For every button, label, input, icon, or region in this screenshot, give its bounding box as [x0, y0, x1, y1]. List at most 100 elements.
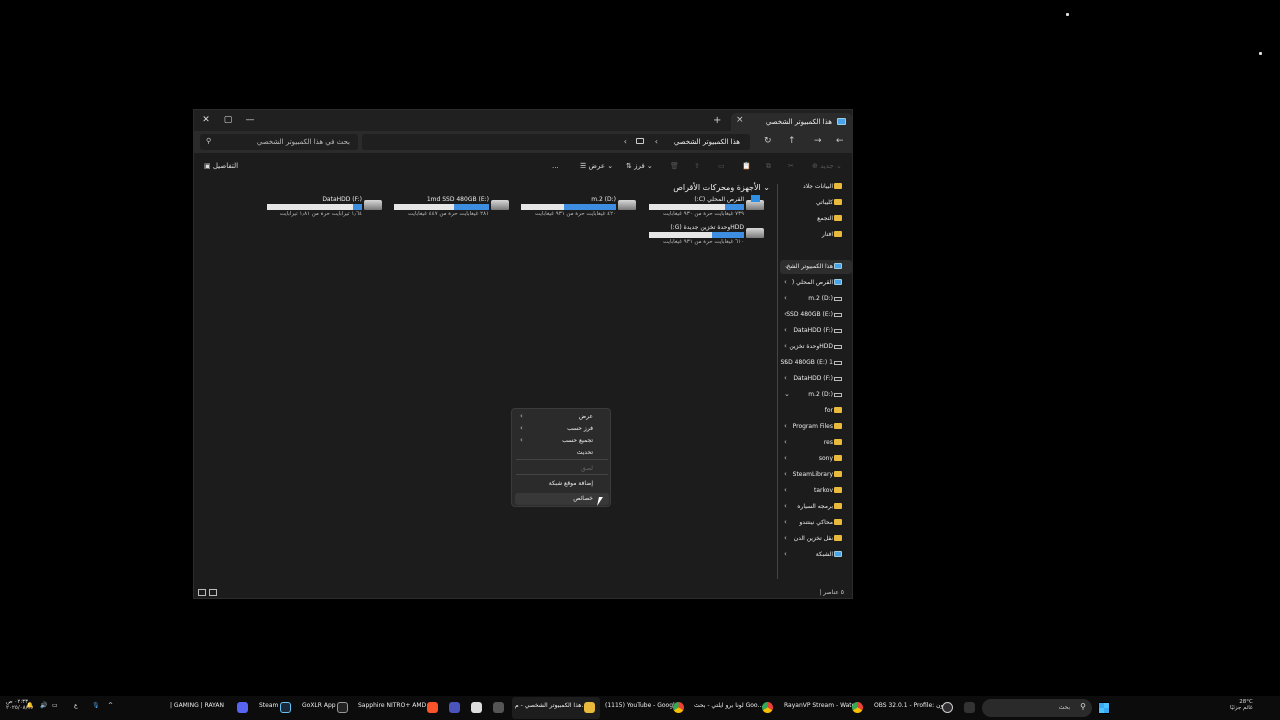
group-header-devices[interactable]: ⌄ الأجهزة ومحركات الأقراص [673, 183, 770, 192]
chevron-right-icon[interactable]: › [784, 278, 787, 286]
explorer-icon[interactable] [584, 702, 595, 713]
nav-item[interactable]: كليباتي [780, 196, 852, 210]
maximize-button[interactable]: ▢ [220, 113, 236, 127]
taskbar-app-explorer[interactable]: هذا الكمبيوتر الشخصي - م... [515, 702, 587, 709]
app-icon[interactable] [493, 702, 504, 713]
chevron-up-icon[interactable]: ^ [108, 702, 113, 709]
tab-this-pc[interactable]: × هذا الكمبيوتر الشخصي [731, 113, 852, 131]
chevron-right-icon[interactable]: › [784, 310, 787, 318]
taskbar-app-obs[interactable]: OBS 32.0.1 - Profile: بدون [874, 702, 948, 709]
rename-icon[interactable]: ▭ [718, 162, 725, 170]
discord-icon[interactable] [237, 702, 248, 713]
taskbar-app-goxlr[interactable]: GoXLR App [302, 702, 336, 709]
details-pane-button[interactable]: التفاصيل ▣ [204, 162, 238, 170]
weather-widget[interactable]: 28°C غائم جزئيًا [1230, 699, 1253, 711]
chevron-right-icon[interactable]: › [784, 422, 787, 430]
new-tab-button[interactable]: + [713, 115, 721, 126]
chevron-right-icon[interactable]: › [784, 326, 787, 334]
nav-item[interactable]: SteamLibrary › [780, 468, 852, 482]
drive-tile[interactable]: m.2 (D:) ٤٢٠ غيغابايت حرة من ٩٣١ غيغابايت [511, 196, 636, 218]
context-menu-item[interactable]: تجميع حسب › [515, 435, 609, 447]
more-options-button[interactable]: ... [552, 162, 559, 170]
volume-icon[interactable]: 🔊 [40, 702, 47, 709]
network-icon[interactable]: ▭ [52, 702, 58, 709]
view-button[interactable]: ☰ عرض ⌄ [580, 162, 613, 170]
address-bar[interactable]: ‹ ‹ هذا الكمبيوتر الشخصي [362, 134, 750, 150]
nav-item[interactable]: افتار [780, 228, 852, 242]
context-menu-item[interactable]: فرز حسب › [515, 423, 609, 435]
close-window-button[interactable]: ✕ [198, 113, 214, 127]
nav-item[interactable]: الشبكة › [780, 548, 852, 562]
cut-icon[interactable]: ✂ [788, 162, 794, 170]
steam-icon[interactable] [280, 702, 291, 713]
paste-icon[interactable]: 📋 [742, 162, 751, 170]
app-icon[interactable] [964, 702, 975, 713]
taskbar-app-stream[interactable]: RayanVP Stream - Watc... [784, 702, 861, 709]
nav-item[interactable]: محاكي نينتندو › [780, 516, 852, 530]
copy-icon[interactable]: ⧉ [766, 162, 771, 171]
nav-item[interactable]: res › [780, 436, 852, 450]
minimize-button[interactable]: — [242, 113, 258, 127]
list-view-icon[interactable] [209, 589, 217, 596]
taskbar-app-youtube[interactable]: (1115) YouTube - Google [605, 702, 678, 709]
mail-icon[interactable] [471, 702, 482, 713]
tiles-view-icon[interactable] [198, 589, 206, 596]
windows-start-icon[interactable] [1098, 702, 1110, 714]
navpane-divider[interactable] [777, 184, 778, 579]
drive-tile[interactable]: HDDوحدة تخزين جديدة (G:) ٦١٠ غيغابايت حرة… [639, 224, 764, 246]
chrome-icon[interactable] [673, 702, 684, 713]
up-arrow-icon[interactable]: ↑ [788, 136, 796, 146]
new-button[interactable]: ⊕ جديد ⌄ [812, 162, 842, 170]
chevron-down-icon[interactable]: ⌄ [784, 262, 790, 270]
brave-icon[interactable] [427, 702, 438, 713]
context-menu-item[interactable]: تحديث [515, 447, 609, 459]
nav-item[interactable]: SSD 480GB (E:) 1 › [780, 356, 852, 370]
taskbar-search[interactable]: بحث ⚲ [982, 699, 1092, 717]
nav-item[interactable]: Program Files › [780, 420, 852, 434]
chevron-right-icon[interactable]: › [784, 470, 787, 478]
chevron-right-icon[interactable]: › [784, 342, 787, 350]
forward-arrow-icon[interactable]: → [814, 136, 822, 146]
drive-tile[interactable]: 1md SSD 480GB (E:) ٢٨١ غيغابايت حرة من ٤٤… [384, 196, 509, 218]
back-arrow-icon[interactable]: ← [836, 136, 844, 146]
nav-item[interactable]: برمجه السياره › [780, 500, 852, 514]
taskbar-app-google-search[interactable]: لونا برو ايلتي - بحث Goo... [694, 702, 763, 709]
nav-item[interactable]: SSD 480GB (E:) › [780, 308, 852, 322]
breadcrumb[interactable]: هذا الكمبيوتر الشخصي [674, 138, 740, 146]
chevron-right-icon[interactable]: › [784, 454, 787, 462]
context-menu-item[interactable]: إضافة موقع شبكة [515, 478, 609, 490]
share-icon[interactable]: ⇪ [694, 162, 700, 170]
nav-item[interactable]: for [780, 404, 852, 418]
chevron-down-icon[interactable]: ⌄ [784, 390, 790, 398]
chevron-right-icon[interactable]: › [784, 486, 787, 494]
nav-item[interactable]: التجمع [780, 212, 852, 226]
chevron-right-icon[interactable]: › [784, 294, 787, 302]
nav-item[interactable]: البيانات جلاد [780, 180, 852, 194]
chevron-left-icon[interactable]: ‹ [624, 137, 627, 146]
nav-item[interactable]: نقل تخزين الدن › [780, 532, 852, 546]
nav-item[interactable]: m.2 (D:) › [780, 292, 852, 306]
chevron-right-icon[interactable]: › [784, 518, 787, 526]
taskbar-app-discord[interactable]: | GAMING | RAYAN [170, 702, 224, 709]
chrome-icon[interactable] [762, 702, 773, 713]
language-indicator[interactable]: ع [74, 702, 78, 709]
nav-item[interactable]: tarkov › [780, 484, 852, 498]
context-menu-item[interactable]: عرض › [515, 411, 609, 423]
drive-tile[interactable]: القرص المحلي (C:) ٧٣٩ غيغابايت حرة من ٩٣٠… [639, 195, 764, 218]
teams-icon[interactable] [449, 702, 460, 713]
nav-item[interactable]: القرص المحلي (› [780, 276, 852, 290]
refresh-icon[interactable]: ↻ [764, 136, 772, 146]
chevron-right-icon[interactable]: › [784, 502, 787, 510]
chevron-right-icon[interactable]: › [784, 374, 787, 382]
chevron-left-icon[interactable]: ‹ [655, 137, 658, 146]
taskbar-app-sapphire[interactable]: Sapphire NITRO+ AMD [358, 702, 426, 709]
chrome-icon[interactable] [852, 702, 863, 713]
nav-item[interactable]: sony › [780, 452, 852, 466]
sort-button[interactable]: ⇅ فرز ⌄ [626, 162, 653, 170]
drive-tile[interactable]: DataHDD (F:) ١٫٦٤ تيرابايت حرة من ١٫٨١ تي… [257, 196, 382, 218]
obs-icon[interactable] [942, 702, 953, 713]
context-menu-item[interactable]: خصائص [515, 493, 609, 505]
chevron-right-icon[interactable]: › [784, 550, 787, 558]
notification-bell-icon[interactable]: 🔔 [26, 702, 33, 709]
taskbar-app-steam[interactable]: Steam [259, 702, 278, 709]
